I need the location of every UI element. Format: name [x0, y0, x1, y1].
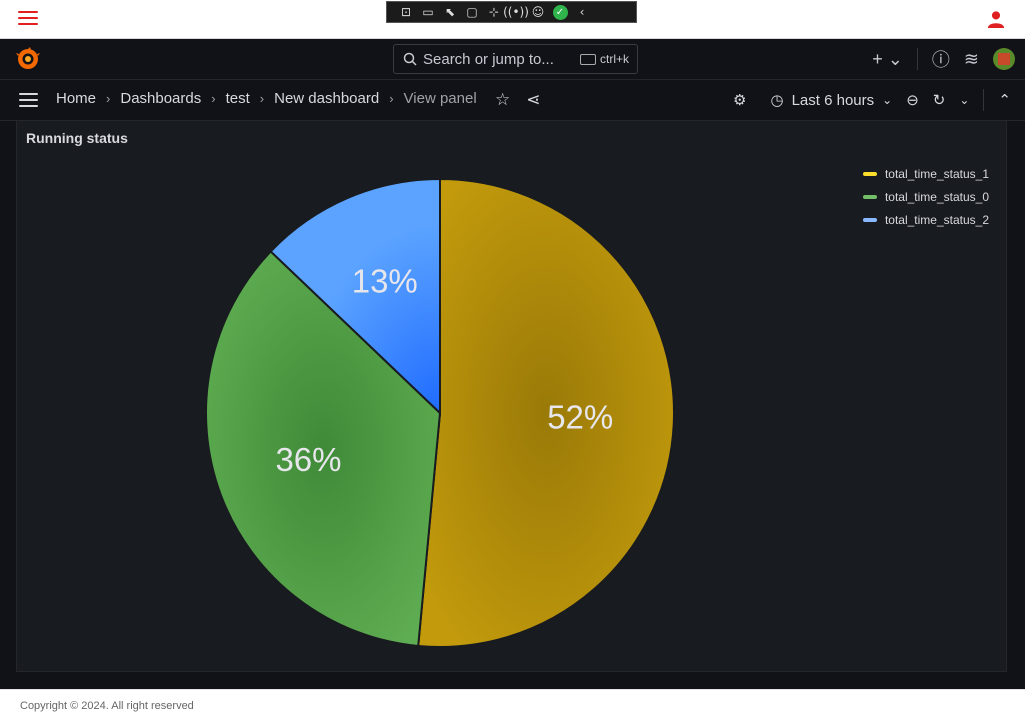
refresh-interval-chevron-icon[interactable]: ⌄ [959, 93, 969, 107]
chevron-down-icon: ⌄ [882, 93, 893, 107]
accessibility-icon[interactable]: ☺ [529, 4, 547, 20]
pie-slice-label: 36% [275, 441, 341, 478]
zoom-out-icon[interactable]: ⊖ [906, 91, 919, 109]
devtools-toolbar: ⊡ ▭ ⬉ ▢ ⊹ ((•)) ☺ ✓ ‹ [386, 1, 637, 23]
breadcrumb-dashboards[interactable]: Dashboards [120, 90, 201, 107]
breadcrumb-bar: Home › Dashboards › test › New dashboard… [0, 80, 1025, 121]
cursor-select-icon[interactable]: ⬉ [441, 4, 459, 20]
app-topbar: ⊡ ▭ ⬉ ▢ ⊹ ((•)) ☺ ✓ ‹ [0, 0, 1025, 39]
breadcrumb-separator: › [106, 91, 111, 106]
breadcrumb-separator: › [389, 91, 394, 106]
breadcrumb-new-dashboard[interactable]: New dashboard [274, 90, 379, 107]
divider [983, 89, 985, 111]
frame-icon[interactable]: ▢ [463, 4, 481, 20]
legend-swatch [862, 171, 877, 176]
copyright-text: Copyright © 2024. All right reserved [20, 700, 194, 712]
time-range-picker[interactable]: ◷ Last 6 hours ⌄ [770, 91, 893, 110]
legend-item[interactable]: total_time_status_0 [862, 185, 989, 208]
legend-label: total_time_status_2 [884, 212, 989, 227]
legend-label: total_time_status_0 [884, 189, 989, 204]
user-icon[interactable] [987, 10, 1005, 28]
search-placeholder: Search or jump to... [423, 51, 554, 68]
help-icon[interactable]: ⓘ [932, 46, 950, 72]
collapse-left-icon[interactable]: ‹ [573, 4, 591, 20]
breadcrumb-view-panel: View panel [403, 90, 477, 107]
video-icon[interactable]: ▭ [419, 4, 437, 20]
collapse-up-icon[interactable]: ⌃ [998, 91, 1011, 109]
add-new-icon[interactable]: + ⌄ [872, 49, 903, 70]
hamburger-menu-icon[interactable] [18, 11, 38, 27]
search-icon [403, 52, 417, 66]
broadcast-icon[interactable]: ((•)) [503, 4, 529, 20]
search-input[interactable]: Search or jump to... ctrl+k [393, 44, 638, 74]
share-icon[interactable]: ⋖ [526, 90, 540, 110]
settings-gear-icon[interactable]: ⚙ [733, 91, 746, 109]
breadcrumb-home[interactable]: Home [56, 90, 96, 107]
grafana-topbar: Search or jump to... ctrl+k + ⌄ ⓘ ≋ [0, 39, 1025, 80]
dashboard-actions: ☆ ⋖ [495, 90, 541, 110]
keyboard-icon [579, 53, 596, 65]
breadcrumb-separator: › [211, 91, 216, 106]
divider [916, 48, 918, 70]
breadcrumb: Home › Dashboards › test › New dashboard… [56, 90, 477, 107]
chart-legend: total_time_status_1 total_time_status_0to… [862, 162, 989, 231]
star-icon[interactable]: ☆ [495, 90, 510, 110]
legend-swatch [862, 194, 877, 199]
time-range-label: Last 6 hours [791, 91, 875, 109]
picker-icon[interactable]: ⊹ [485, 4, 503, 20]
legend-swatch [862, 217, 877, 222]
menu-icon[interactable] [19, 93, 38, 111]
pie-chart: 52% 36% 13% [205, 178, 675, 648]
search-shortcut-label: ctrl+k [599, 52, 629, 66]
breadcrumb-test[interactable]: test [226, 90, 250, 107]
breadcrumb-separator: › [259, 91, 265, 106]
legend-item[interactable]: total_time_status_1 [862, 162, 989, 185]
legend-label: total_time_status_1 [884, 166, 989, 181]
footer: Copyright © 2024. All right reserved [0, 689, 1025, 723]
inspect-icon[interactable]: ⊡ [397, 4, 415, 20]
pie-chart-panel: Running status 52% 36% 13% total_time_stat… [16, 120, 1007, 672]
grafana-app: Search or jump to... ctrl+k + ⌄ ⓘ ≋ Home… [0, 39, 1025, 689]
news-feed-icon[interactable]: ≋ [964, 49, 979, 70]
search-shortcut: ctrl+k [579, 52, 629, 66]
grafana-logo-icon[interactable] [16, 47, 40, 71]
panel-title: Running status [26, 130, 128, 146]
refresh-icon[interactable]: ↻ [933, 91, 946, 109]
legend-item[interactable]: total_time_status_2 [862, 208, 989, 231]
topbar-actions: + ⌄ ⓘ ≋ [872, 45, 1015, 73]
check-icon[interactable]: ✓ [551, 4, 569, 20]
avatar[interactable] [993, 48, 1015, 70]
pie-slice-total_time_status_1[interactable] [417, 178, 675, 648]
pie-slice-label: 13% [352, 263, 418, 300]
clock-icon: ◷ [770, 92, 784, 109]
time-controls: ⚙ ◷ Last 6 hours ⌄ ⊖ ↻ ⌄ ⌃ [733, 88, 1011, 112]
pie-slice-label: 52% [547, 398, 613, 435]
